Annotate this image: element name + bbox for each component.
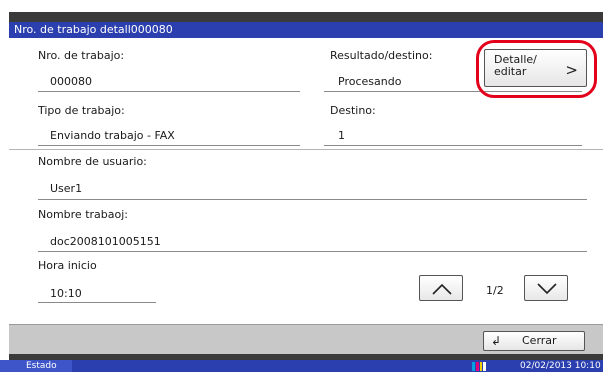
close-button-label: Cerrar (522, 334, 557, 347)
chevron-up-icon (432, 283, 452, 295)
job-number-underline (38, 91, 300, 92)
toner-level-icon (472, 362, 486, 371)
result-label: Resultado/destino: (330, 49, 433, 62)
start-time-underline (38, 302, 156, 303)
job-number-label: Nro. de trabajo: (38, 49, 125, 62)
job-name-underline (38, 251, 587, 252)
user-name-label: Nombre de usuario: (38, 155, 147, 168)
highlight-circle (476, 40, 597, 98)
date-time: 02/02/2013 10:10 (520, 361, 601, 371)
job-name-label: Nombre trabaoj: (38, 208, 128, 221)
destination-value: 1 (338, 129, 345, 142)
job-name-value: doc2008101005151 (50, 235, 161, 248)
destination-label: Destino: (330, 104, 376, 117)
job-type-label: Tipo de trabajo: (38, 104, 125, 117)
start-time-label: Hora inicio (38, 259, 97, 272)
status-bar: Estado 02/02/2013 10:10 (0, 360, 603, 372)
result-value: Procesando (338, 75, 402, 88)
page-down-button[interactable] (524, 275, 568, 301)
start-time-value: 10:10 (50, 287, 82, 300)
user-name-value: User1 (50, 182, 83, 195)
user-name-underline (38, 199, 587, 200)
page-up-button[interactable] (419, 275, 463, 301)
destination-underline (324, 145, 582, 146)
job-type-underline (38, 145, 300, 146)
close-button[interactable]: ↲ Cerrar (483, 331, 585, 351)
enter-icon: ↲ (491, 334, 502, 348)
job-detail-screen: Nro. de trabajo detall000080 Nro. de tra… (0, 0, 603, 372)
job-type-value: Enviando trabajo - FAX (50, 129, 175, 142)
page-indicator: 1/2 (486, 284, 504, 297)
chevron-down-icon (537, 283, 557, 295)
job-number-value: 000080 (50, 75, 92, 88)
divider (9, 149, 603, 150)
page-title: Nro. de trabajo detall000080 (9, 22, 603, 38)
status-button[interactable]: Estado (0, 360, 72, 372)
